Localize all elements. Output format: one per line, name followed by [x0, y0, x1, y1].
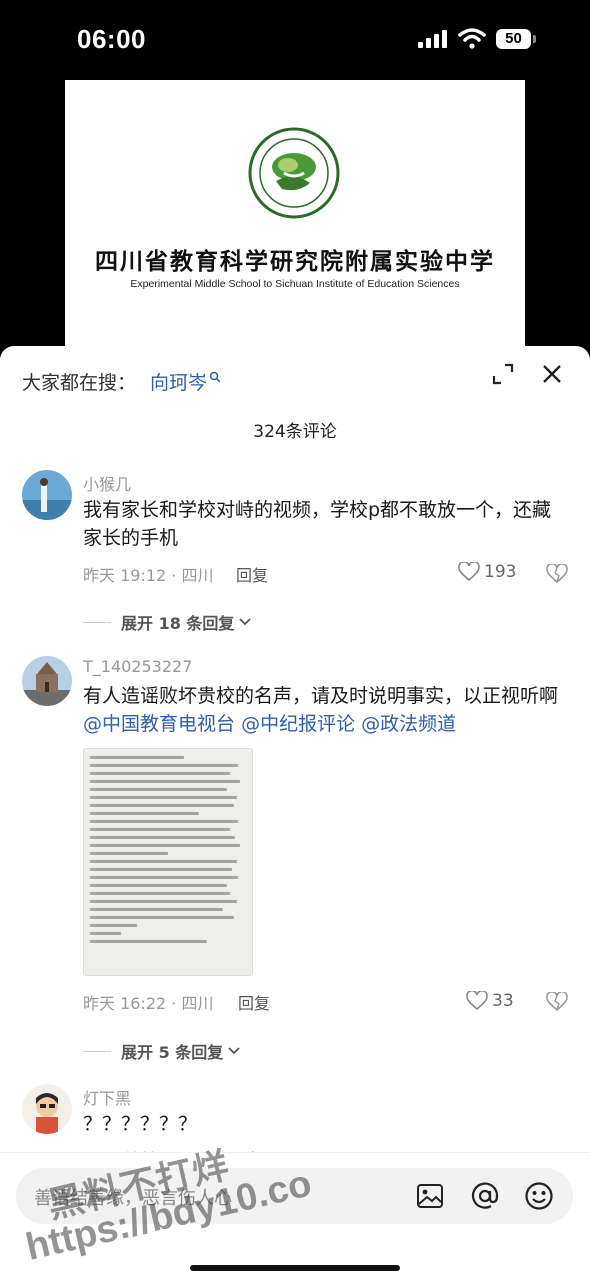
reply-button[interactable]: 回复: [236, 562, 268, 586]
comment-sheet: 大家都在搜： 向珂岑 324条评论 小猴几 我有家长和学校对峙的视频，学校p都不…: [0, 346, 590, 1280]
search-icon: [209, 371, 221, 383]
at-mention-icon[interactable]: [471, 1182, 499, 1210]
comment-username[interactable]: 灯下黑: [83, 1085, 131, 1109]
expand-replies-button[interactable]: 展开 5 条回复: [83, 1039, 241, 1063]
like-count: 33: [492, 991, 514, 1011]
like-button[interactable]: 193: [458, 562, 516, 582]
mention-link[interactable]: @中纪报评论: [241, 713, 355, 735]
trending-search-term[interactable]: 向珂岑: [150, 368, 207, 395]
expand-icon[interactable]: [491, 362, 515, 386]
like-button[interactable]: 33: [466, 991, 514, 1011]
video-player[interactable]: 四川省教育科学研究院附属实验中学 Experimental Middle Sch…: [0, 80, 590, 370]
avatar[interactable]: [22, 1084, 72, 1134]
comment-text: ？？？？？？: [83, 1113, 198, 1135]
mention-link[interactable]: @政法频道: [361, 713, 456, 735]
comment-time-location: 昨天 19:12 · 四川: [83, 566, 214, 585]
school-name-english: Experimental Middle School to Sichuan In…: [130, 278, 460, 290]
comment-count: 324条评论: [253, 422, 337, 442]
like-count: 193: [484, 562, 517, 582]
wifi-icon: [458, 28, 486, 49]
chevron-down-icon: [228, 1047, 240, 1055]
chevron-down-icon: [239, 618, 252, 626]
close-icon[interactable]: [540, 362, 564, 386]
comment-image[interactable]: [83, 748, 253, 976]
trending-search-label: 大家都在搜：: [22, 371, 137, 394]
status-bar: 06:00 50: [0, 0, 590, 80]
cellular-signal-icon: [418, 30, 447, 48]
comment-username[interactable]: T_140253227: [83, 657, 192, 676]
home-indicator[interactable]: [190, 1265, 400, 1271]
avatar[interactable]: [22, 470, 72, 520]
reply-button[interactable]: 回复: [238, 990, 270, 1014]
school-name-chinese: 四川省教育科学研究院附属实验中学: [95, 248, 495, 275]
heart-icon: [458, 562, 480, 582]
image-icon[interactable]: [416, 1182, 444, 1210]
expand-replies-label: 展开 5 条回复: [121, 1043, 224, 1062]
comment-text-body: 有人造谣败坏贵校的名声，请及时说明事实，以正视听啊: [83, 685, 559, 707]
school-logo-frame: 四川省教育科学研究院附属实验中学 Experimental Middle Sch…: [65, 80, 525, 370]
dislike-icon[interactable]: [546, 992, 568, 1012]
comment-text: 我有家长和学校对峙的视频，学校p都不敢放一个，还藏家长的手机: [83, 499, 552, 549]
trending-search: 大家都在搜： 向珂岑: [22, 366, 221, 396]
dislike-icon[interactable]: [546, 564, 568, 584]
emoji-icon[interactable]: [524, 1181, 554, 1211]
comment-username[interactable]: 小猴几: [83, 471, 131, 495]
expand-replies-label: 展开 18 条回复: [121, 614, 235, 633]
comment-time-location: 昨天 16:22 · 四川: [83, 994, 214, 1013]
school-seal-logo: [248, 127, 340, 219]
heart-icon: [466, 991, 488, 1011]
mention-link[interactable]: @中国教育电视台: [83, 713, 235, 735]
expand-replies-button[interactable]: 展开 18 条回复: [83, 610, 252, 634]
status-time: 06:00: [77, 24, 146, 54]
avatar[interactable]: [22, 656, 72, 706]
battery-icon: 50: [496, 29, 536, 49]
comment-text: 有人造谣败坏贵校的名声，请及时说明事实，以正视听啊 @中国教育电视台 @中纪报评论…: [83, 682, 563, 738]
battery-level: 50: [496, 29, 531, 49]
